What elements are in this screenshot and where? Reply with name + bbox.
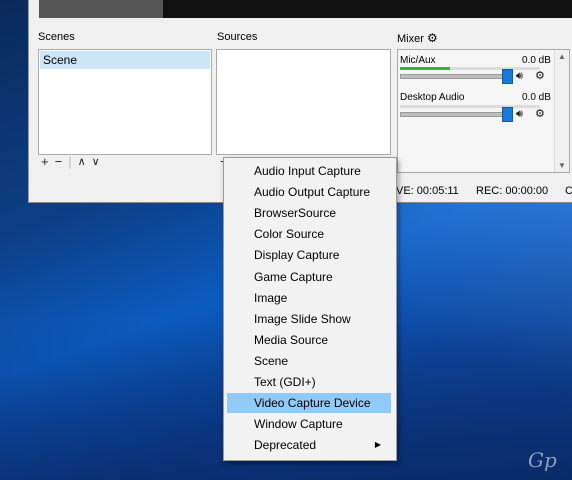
gear-icon[interactable]: ⚙: [427, 31, 438, 45]
triangle-right-icon: ▶: [374, 440, 381, 450]
menu-item[interactable]: Image Slide Show: [227, 309, 391, 329]
mixer-title-text: Mixer: [397, 33, 424, 45]
scenes-list[interactable]: Scene: [38, 49, 212, 155]
menu-item[interactable]: Display Capture: [227, 245, 391, 265]
menu-item[interactable]: Color Source: [227, 224, 391, 244]
preview-area-left: [39, 0, 163, 18]
menu-item[interactable]: Game Capture: [227, 267, 391, 287]
sources-title: Sources: [217, 31, 258, 43]
add-scene-button[interactable]: +: [41, 154, 49, 169]
scroll-up-icon[interactable]: ▲: [555, 52, 569, 61]
speaker-icon[interactable]: 🔊︎: [516, 70, 523, 83]
menu-item[interactable]: Media Source: [227, 330, 391, 350]
mixer-channel-name: Desktop Audio: [400, 92, 465, 103]
scenes-toolbar: + − | ∧ ∨: [41, 154, 100, 169]
menu-item[interactable]: Image: [227, 288, 391, 308]
menu-item[interactable]: Audio Output Capture: [227, 182, 391, 202]
watermark-logo: Gp: [528, 448, 557, 472]
menu-item[interactable]: Video Capture Device: [227, 393, 391, 414]
mixer-panel: Mic/Aux 0.0 dB 🔊︎ ⚙ Desktop Audio 0.0 dB…: [397, 49, 570, 173]
mixer-title: Mixer ⚙: [397, 31, 438, 45]
volume-slider-track[interactable]: [400, 112, 508, 117]
preview-area: [163, 0, 572, 18]
mixer-channel-db: 0.0 dB: [522, 92, 551, 103]
rec-time: REC: 00:00:00: [476, 185, 549, 197]
scenes-title: Scenes: [38, 31, 75, 43]
mixer-scrollbar[interactable]: ▲ ▼: [554, 50, 569, 172]
move-scene-up-button[interactable]: ∧: [78, 155, 86, 168]
volume-slider-handle[interactable]: [502, 69, 513, 84]
sources-list[interactable]: [216, 49, 391, 155]
toolbar-divider: |: [68, 154, 72, 169]
scene-item[interactable]: Scene: [40, 51, 210, 69]
mixer-channel-db: 0.0 dB: [522, 55, 551, 66]
speaker-icon[interactable]: 🔊︎: [516, 108, 523, 121]
menu-item[interactable]: BrowserSource: [227, 203, 391, 223]
live-time: VE: 00:05:11: [396, 185, 459, 197]
move-scene-down-button[interactable]: ∨: [92, 155, 100, 168]
menu-item[interactable]: Deprecated ▶: [227, 435, 391, 455]
menu-item[interactable]: Scene: [227, 351, 391, 371]
volume-slider-handle[interactable]: [502, 107, 513, 122]
remove-scene-button[interactable]: −: [55, 154, 63, 169]
menu-item[interactable]: Window Capture: [227, 414, 391, 434]
scroll-down-icon[interactable]: ▼: [555, 161, 569, 170]
gear-icon[interactable]: ⚙: [535, 69, 545, 82]
gear-icon[interactable]: ⚙: [535, 107, 545, 120]
add-source-menu: Audio Input Capture Audio Output Capture B…: [223, 157, 397, 461]
menu-item[interactable]: Audio Input Capture: [227, 161, 391, 181]
volume-slider-track[interactable]: [400, 74, 508, 79]
audio-meter-fill: [400, 67, 451, 70]
mixer-channel-name: Mic/Aux: [400, 55, 436, 66]
menu-item[interactable]: Text (GDI+): [227, 372, 391, 392]
cpu-label: C: [565, 185, 572, 197]
